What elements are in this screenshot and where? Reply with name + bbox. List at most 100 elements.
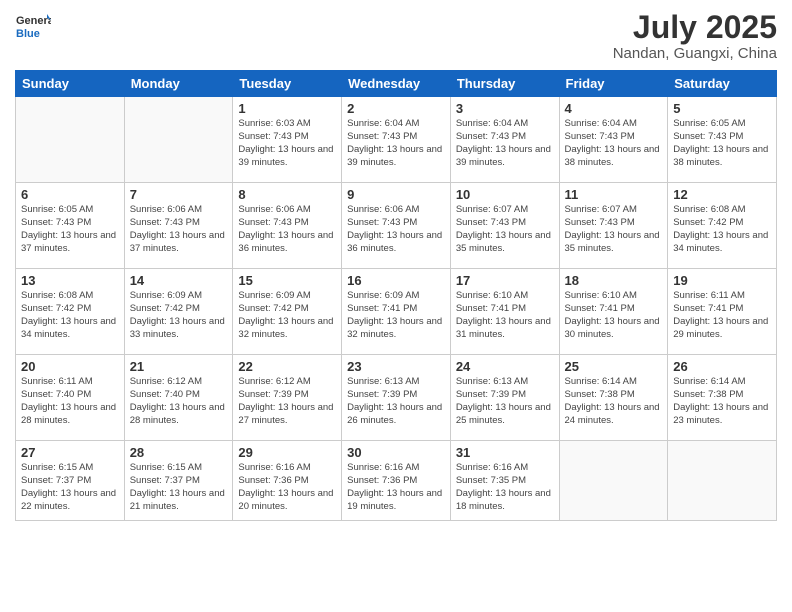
calendar-cell: 1Sunrise: 6:03 AM Sunset: 7:43 PM Daylig… — [233, 97, 342, 183]
calendar-cell: 18 Sunrise: 6:10 AM Sunset: 7:41 PM Dayli… — [559, 269, 668, 355]
calendar-cell: 27 Sunrise: 6:15 AM Sunset: 7:37 PM Dayli… — [16, 441, 125, 521]
day-number: 17 — [456, 273, 554, 288]
week-row-3: 13Sunrise: 6:08 AM Sunset: 7:42 PM Dayli… — [16, 269, 777, 355]
day-info: Sunrise: 6:15 AM Sunset: 7:37 PM Dayligh… — [21, 462, 119, 513]
day-number: 19 — [673, 273, 771, 288]
day-info: Sunrise: 6:08 AM Sunset: 7:42 PM Dayligh… — [21, 290, 119, 341]
day-info: Sunrise: 6:12 AM Sunset: 7:40 PM Dayligh… — [130, 376, 228, 427]
day-number: 1 — [238, 101, 336, 116]
day-info: Sunrise: 6:10 AM Sunset: 7:41 PM Dayligh… — [565, 290, 663, 341]
day-info: Sunrise: 6:06 AM Sunset: 7:43 PM Dayligh… — [130, 204, 228, 255]
day-number: 18 — [565, 273, 663, 288]
day-info: Sunrise: 6:16 AM Sunset: 7:36 PM Dayligh… — [347, 462, 445, 513]
week-row-4: 20 Sunrise: 6:11 AM Sunset: 7:40 PM Dayli… — [16, 355, 777, 441]
calendar-cell: 3Sunrise: 6:04 AM Sunset: 7:43 PM Daylig… — [450, 97, 559, 183]
calendar-cell: 24 Sunrise: 6:13 AM Sunset: 7:39 PM Dayli… — [450, 355, 559, 441]
day-number: 23 — [347, 359, 445, 374]
day-number: 20 — [21, 359, 119, 374]
calendar-cell: 17 Sunrise: 6:10 AM Sunset: 7:41 PM Dayli… — [450, 269, 559, 355]
calendar-cell: 14 Sunrise: 6:09 AM Sunset: 7:42 PM Dayli… — [124, 269, 233, 355]
calendar-cell: 30Sunrise: 6:16 AM Sunset: 7:36 PM Dayli… — [342, 441, 451, 521]
day-number: 21 — [130, 359, 228, 374]
calendar-cell: 15 Sunrise: 6:09 AM Sunset: 7:42 PM Dayli… — [233, 269, 342, 355]
day-number: 7 — [130, 187, 228, 202]
day-info: Sunrise: 6:05 AM Sunset: 7:43 PM Dayligh… — [673, 118, 771, 169]
calendar-cell: 21 Sunrise: 6:12 AM Sunset: 7:40 PM Dayli… — [124, 355, 233, 441]
week-row-1: 1Sunrise: 6:03 AM Sunset: 7:43 PM Daylig… — [16, 97, 777, 183]
calendar-cell: 28 Sunrise: 6:15 AM Sunset: 7:37 PM Dayli… — [124, 441, 233, 521]
calendar-cell: 20 Sunrise: 6:11 AM Sunset: 7:40 PM Dayli… — [16, 355, 125, 441]
calendar-cell: 12Sunrise: 6:08 AM Sunset: 7:42 PM Dayli… — [668, 183, 777, 269]
calendar-cell: 11 Sunrise: 6:07 AM Sunset: 7:43 PM Dayli… — [559, 183, 668, 269]
calendar-cell: 19 Sunrise: 6:11 AM Sunset: 7:41 PM Dayli… — [668, 269, 777, 355]
day-number: 10 — [456, 187, 554, 202]
calendar-cell: 13Sunrise: 6:08 AM Sunset: 7:42 PM Dayli… — [16, 269, 125, 355]
calendar-cell: 6Sunrise: 6:05 AM Sunset: 7:43 PM Daylig… — [16, 183, 125, 269]
day-number: 9 — [347, 187, 445, 202]
day-info: Sunrise: 6:12 AM Sunset: 7:39 PM Dayligh… — [238, 376, 336, 427]
day-number: 28 — [130, 445, 228, 460]
day-info: Sunrise: 6:08 AM Sunset: 7:42 PM Dayligh… — [673, 204, 771, 255]
day-info: Sunrise: 6:04 AM Sunset: 7:43 PM Dayligh… — [456, 118, 554, 169]
day-info: Sunrise: 6:09 AM Sunset: 7:42 PM Dayligh… — [238, 290, 336, 341]
day-number: 22 — [238, 359, 336, 374]
day-number: 11 — [565, 187, 663, 202]
calendar-cell: 2 Sunrise: 6:04 AM Sunset: 7:43 PM Daylig… — [342, 97, 451, 183]
day-info: Sunrise: 6:06 AM Sunset: 7:43 PM Dayligh… — [347, 204, 445, 255]
weekday-tuesday: Tuesday — [233, 71, 342, 97]
month-year: July 2025 — [613, 10, 777, 45]
day-number: 15 — [238, 273, 336, 288]
day-info: Sunrise: 6:11 AM Sunset: 7:40 PM Dayligh… — [21, 376, 119, 427]
calendar-cell: 23 Sunrise: 6:13 AM Sunset: 7:39 PM Dayli… — [342, 355, 451, 441]
page: General Blue July 2025 Nandan, Guangxi, … — [0, 0, 792, 612]
day-number: 26 — [673, 359, 771, 374]
weekday-thursday: Thursday — [450, 71, 559, 97]
calendar-cell: 10 Sunrise: 6:07 AM Sunset: 7:43 PM Dayli… — [450, 183, 559, 269]
day-info: Sunrise: 6:07 AM Sunset: 7:43 PM Dayligh… — [565, 204, 663, 255]
day-number: 5 — [673, 101, 771, 116]
day-number: 2 — [347, 101, 445, 116]
day-number: 31 — [456, 445, 554, 460]
day-info: Sunrise: 6:15 AM Sunset: 7:37 PM Dayligh… — [130, 462, 228, 513]
calendar-cell: 26 Sunrise: 6:14 AM Sunset: 7:38 PM Dayli… — [668, 355, 777, 441]
weekday-saturday: Saturday — [668, 71, 777, 97]
calendar-cell: 29Sunrise: 6:16 AM Sunset: 7:36 PM Dayli… — [233, 441, 342, 521]
day-number: 14 — [130, 273, 228, 288]
day-number: 27 — [21, 445, 119, 460]
calendar-cell — [559, 441, 668, 521]
day-info: Sunrise: 6:04 AM Sunset: 7:43 PM Dayligh… — [347, 118, 445, 169]
day-info: Sunrise: 6:11 AM Sunset: 7:41 PM Dayligh… — [673, 290, 771, 341]
location: Nandan, Guangxi, China — [613, 45, 777, 62]
day-info: Sunrise: 6:16 AM Sunset: 7:35 PM Dayligh… — [456, 462, 554, 513]
calendar-cell — [668, 441, 777, 521]
day-info: Sunrise: 6:13 AM Sunset: 7:39 PM Dayligh… — [347, 376, 445, 427]
calendar-cell — [16, 97, 125, 183]
day-info: Sunrise: 6:10 AM Sunset: 7:41 PM Dayligh… — [456, 290, 554, 341]
day-info: Sunrise: 6:09 AM Sunset: 7:41 PM Dayligh… — [347, 290, 445, 341]
weekday-sunday: Sunday — [16, 71, 125, 97]
title-block: July 2025 Nandan, Guangxi, China — [613, 10, 777, 62]
weekday-wednesday: Wednesday — [342, 71, 451, 97]
logo: General Blue — [15, 10, 51, 46]
day-info: Sunrise: 6:13 AM Sunset: 7:39 PM Dayligh… — [456, 376, 554, 427]
calendar-cell: 4Sunrise: 6:04 AM Sunset: 7:43 PM Daylig… — [559, 97, 668, 183]
day-number: 16 — [347, 273, 445, 288]
day-info: Sunrise: 6:09 AM Sunset: 7:42 PM Dayligh… — [130, 290, 228, 341]
day-info: Sunrise: 6:07 AM Sunset: 7:43 PM Dayligh… — [456, 204, 554, 255]
weekday-monday: Monday — [124, 71, 233, 97]
week-row-5: 27 Sunrise: 6:15 AM Sunset: 7:37 PM Dayli… — [16, 441, 777, 521]
day-info: Sunrise: 6:06 AM Sunset: 7:43 PM Dayligh… — [238, 204, 336, 255]
day-number: 25 — [565, 359, 663, 374]
day-number: 6 — [21, 187, 119, 202]
calendar-cell — [124, 97, 233, 183]
day-number: 29 — [238, 445, 336, 460]
calendar-cell: 22 Sunrise: 6:12 AM Sunset: 7:39 PM Dayli… — [233, 355, 342, 441]
day-info: Sunrise: 6:14 AM Sunset: 7:38 PM Dayligh… — [673, 376, 771, 427]
day-number: 24 — [456, 359, 554, 374]
calendar-table: SundayMondayTuesdayWednesdayThursdayFrid… — [15, 70, 777, 521]
header: General Blue July 2025 Nandan, Guangxi, … — [15, 10, 777, 62]
logo-svg: General Blue — [15, 10, 51, 46]
calendar-cell: 8 Sunrise: 6:06 AM Sunset: 7:43 PM Daylig… — [233, 183, 342, 269]
day-number: 8 — [238, 187, 336, 202]
calendar-cell: 16 Sunrise: 6:09 AM Sunset: 7:41 PM Dayli… — [342, 269, 451, 355]
